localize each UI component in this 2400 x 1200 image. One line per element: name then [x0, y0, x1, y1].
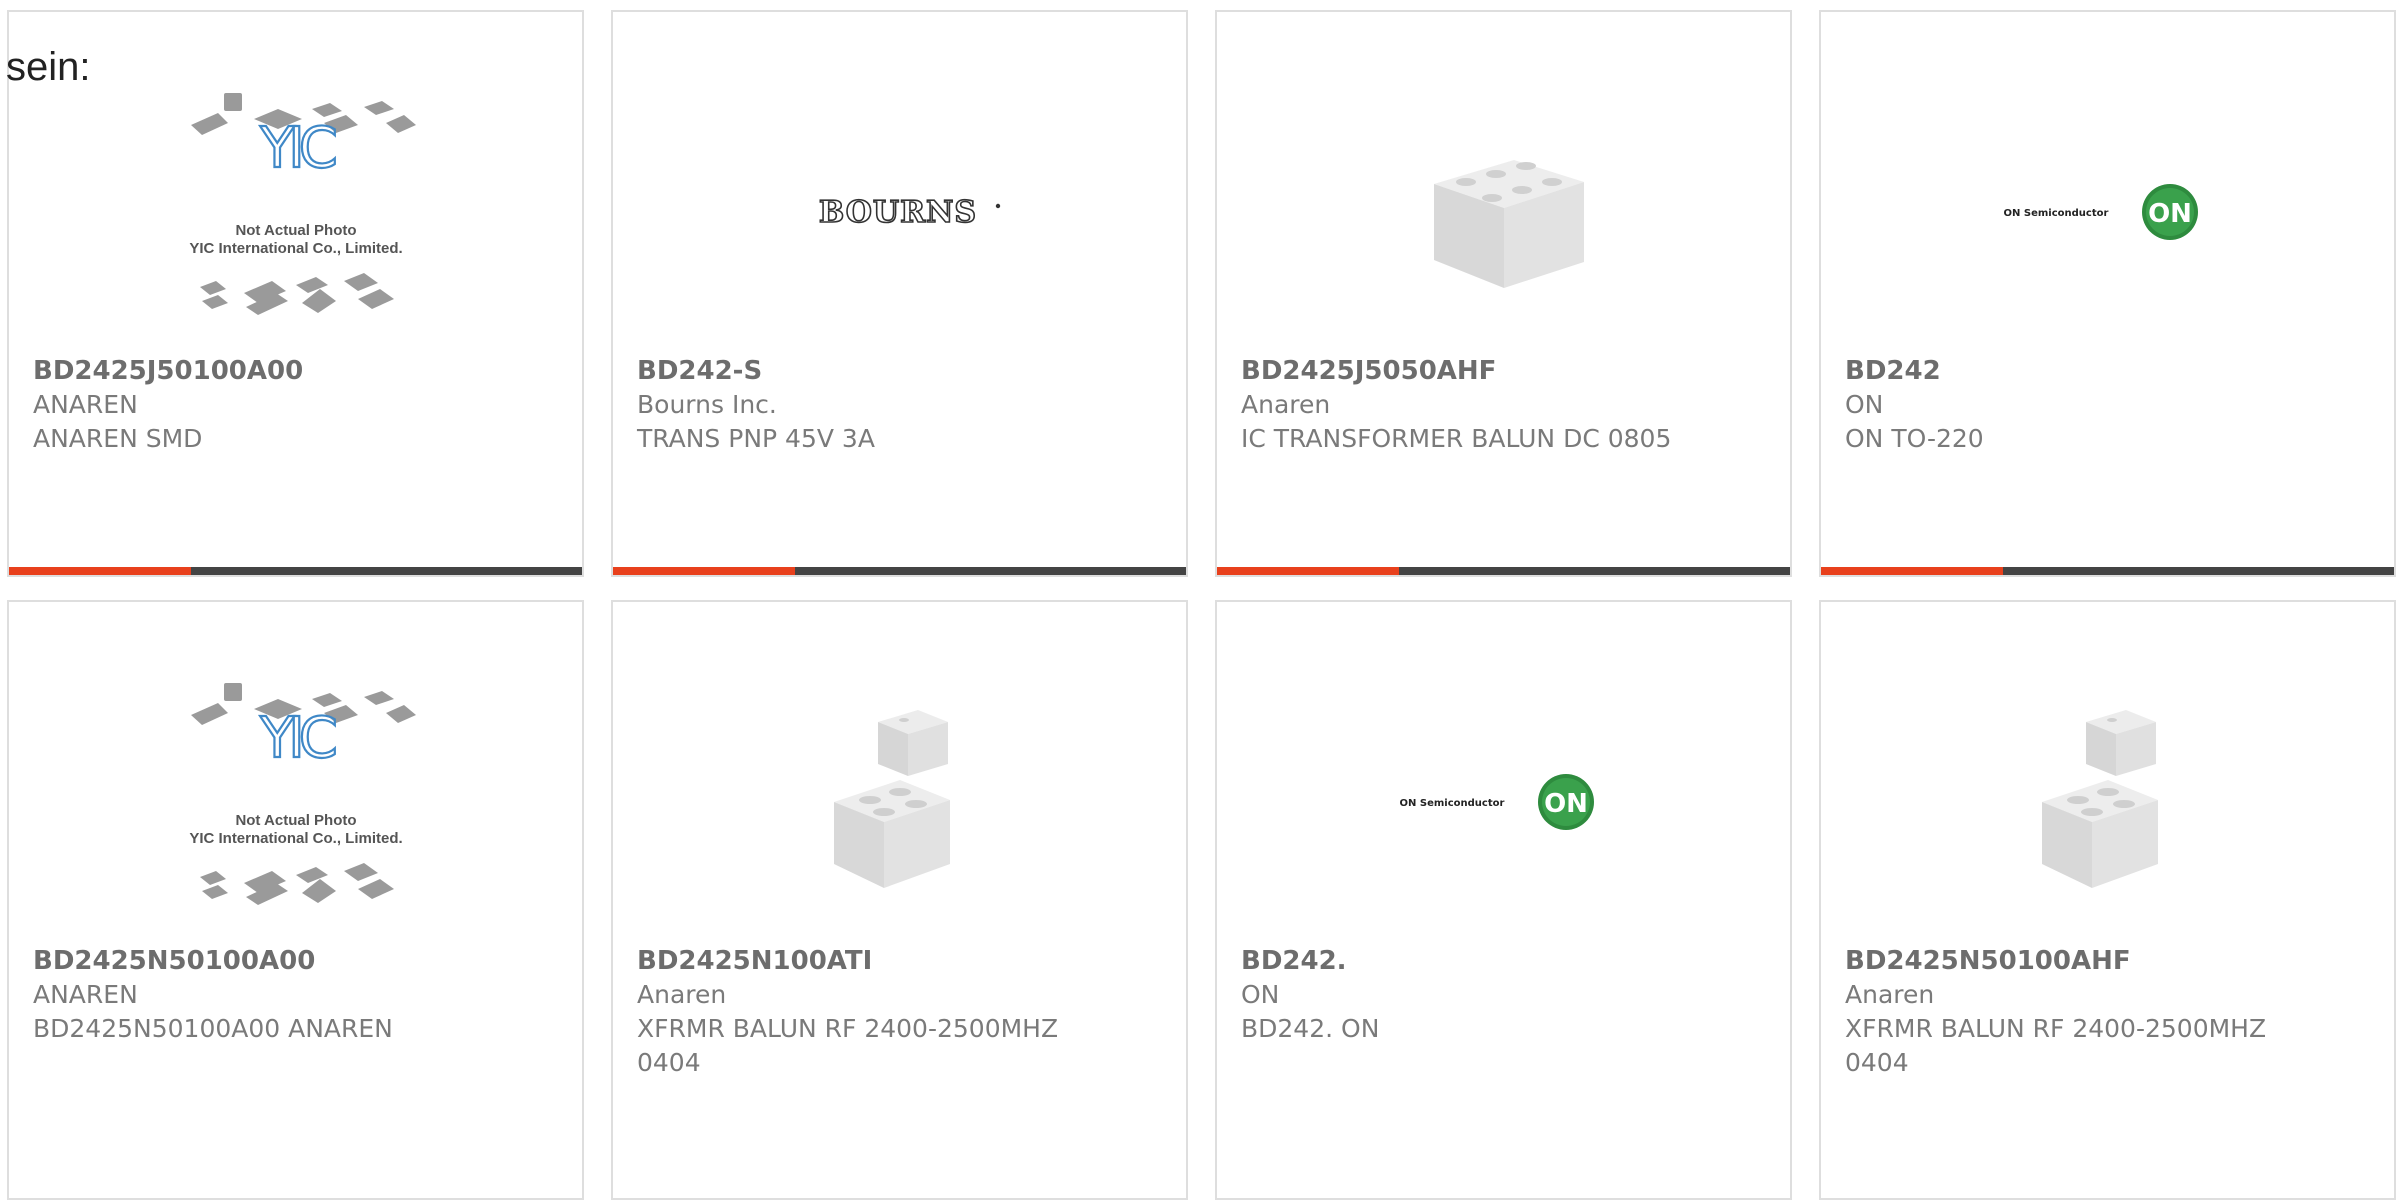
on-badge-text: ON: [2148, 199, 2192, 229]
card-bottom-bar: [1217, 567, 1790, 575]
description: IC TRANSFORMER BALUN DC 0805: [1241, 424, 1672, 453]
chip-6pad-image: [1433, 160, 1584, 288]
chip-cube-image: [2041, 710, 2158, 888]
part-number-link[interactable]: BD242.: [1241, 944, 1766, 978]
description: XFRMR BALUN RF 2400-2500MHZ 0404: [1845, 1014, 2267, 1077]
product-image[interactable]: [1217, 67, 1790, 357]
yic-placeholder-image: YIC Not Actual Photo YIC International C…: [189, 683, 416, 905]
on-semiconductor-logo: ON Semiconductor ON: [2003, 184, 2198, 240]
description: BD2425N50100A00 ANAREN: [33, 1014, 393, 1043]
card-accent-bar: [613, 567, 795, 575]
card-accent-bar: [1217, 567, 1399, 575]
manufacturer: Anaren: [1241, 390, 1331, 419]
manufacturer: Anaren: [637, 980, 727, 1009]
manufacturer: Bourns Inc.: [637, 390, 777, 419]
product-card[interactable]: BD2425N100ATI Anaren XFRMR BALUN RF 2400…: [611, 600, 1188, 1200]
manufacturer: ANAREN: [33, 980, 138, 1009]
product-image[interactable]: ON Semiconductor ON: [1821, 67, 2394, 357]
card-bottom-bar: [1821, 567, 2394, 575]
description: BD242. ON: [1241, 1014, 1380, 1043]
product-card[interactable]: BD2425N50100AHF Anaren XFRMR BALUN RF 24…: [1819, 600, 2396, 1200]
description: ON TO-220: [1845, 424, 1984, 453]
svg-text:YIC: YIC: [259, 116, 336, 181]
description: XFRMR BALUN RF 2400-2500MHZ 0404: [637, 1014, 1059, 1077]
placeholder-line-1: Not Actual Photo: [235, 812, 356, 829]
product-image[interactable]: YIC Not Actual Photo YIC International C…: [9, 657, 582, 947]
card-accent-bar: [9, 567, 191, 575]
card-bottom-bar: [9, 567, 582, 575]
product-image[interactable]: YIC Not Actual Photo YIC International C…: [9, 67, 582, 357]
product-image[interactable]: [1821, 657, 2394, 947]
on-semi-logo-text: ON Semiconductor: [1399, 798, 1504, 809]
bourns-logo: BOURNS: [818, 194, 1000, 231]
description: ANAREN SMD: [33, 424, 203, 453]
product-card[interactable]: ON Semiconductor ON BD242. ON BD242. ON: [1215, 600, 1792, 1200]
part-number-link[interactable]: BD2425N100ATI: [637, 944, 1162, 978]
page: { "intro_text": "sein:", "colors": { "ac…: [0, 0, 2400, 1200]
yic-placeholder-image: YIC Not Actual Photo YIC International C…: [189, 93, 416, 315]
placeholder-line-2: YIC International Co., Limited.: [189, 830, 402, 847]
intro-text: sein:: [6, 45, 91, 89]
part-number-link[interactable]: BD242: [1845, 354, 2370, 388]
on-badge-text: ON: [1544, 789, 1588, 819]
chip-cube-image: [833, 710, 950, 888]
placeholder-line-1: Not Actual Photo: [235, 222, 356, 239]
manufacturer: ANAREN: [33, 390, 138, 419]
part-number-link[interactable]: BD2425J5050AHF: [1241, 354, 1766, 388]
product-image[interactable]: BOURNS: [613, 67, 1186, 357]
bourns-logo-text: BOURNS: [818, 195, 976, 230]
product-card[interactable]: BOURNS BD242-S Bourns Inc. TRANS PNP 45V…: [611, 10, 1188, 577]
part-number-link[interactable]: BD242-S: [637, 354, 1162, 388]
product-card[interactable]: YIC Not Actual Photo YIC International C…: [7, 600, 584, 1200]
on-semi-logo-text: ON Semiconductor: [2003, 208, 2108, 219]
description: TRANS PNP 45V 3A: [637, 424, 875, 453]
manufacturer: ON: [1241, 980, 1280, 1009]
product-card[interactable]: BD2425J5050AHF Anaren IC TRANSFORMER BAL…: [1215, 10, 1792, 577]
part-number-link[interactable]: BD2425N50100AHF: [1845, 944, 2370, 978]
product-card[interactable]: ON Semiconductor ON BD242 ON ON TO-220: [1819, 10, 2396, 577]
manufacturer: ON: [1845, 390, 1884, 419]
product-image[interactable]: ON Semiconductor ON: [1217, 657, 1790, 947]
part-number-link[interactable]: BD2425N50100A00: [33, 944, 558, 978]
placeholder-line-2: YIC International Co., Limited.: [189, 240, 402, 257]
manufacturer: Anaren: [1845, 980, 1935, 1009]
card-bottom-bar: [613, 567, 1186, 575]
svg-text:YIC: YIC: [259, 706, 336, 771]
part-number-link[interactable]: BD2425J50100A00: [33, 354, 558, 388]
on-semiconductor-logo: ON Semiconductor ON: [1399, 774, 1594, 830]
product-card[interactable]: YIC Not Actual Photo YIC International C…: [7, 10, 584, 577]
product-grid: YIC Not Actual Photo YIC International C…: [0, 0, 2400, 1200]
product-image[interactable]: [613, 657, 1186, 947]
card-accent-bar: [1821, 567, 2003, 575]
